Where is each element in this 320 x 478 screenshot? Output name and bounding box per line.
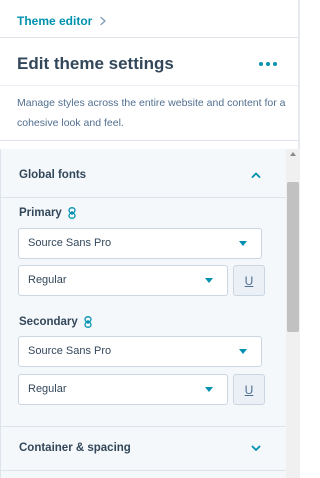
- page-title: Edit theme settings: [17, 54, 174, 73]
- primary-font-family-select[interactable]: Source Sans Pro: [18, 228, 262, 259]
- select-value: Source Sans Pro: [28, 237, 112, 249]
- section-header-global-fonts[interactable]: Global fonts: [0, 153, 286, 197]
- window-edge: [298, 0, 300, 149]
- caret-down-icon: [239, 241, 247, 246]
- underline-icon: U: [244, 273, 254, 288]
- more-options-icon: [259, 62, 263, 66]
- section-title: Container & spacing: [19, 442, 131, 454]
- select-value: Source Sans Pro: [28, 345, 112, 357]
- settings-panel: Global fonts Primary Source Sans Pro Reg…: [0, 149, 286, 478]
- divider: [0, 37, 300, 38]
- caret-down-icon: [205, 278, 213, 283]
- font-label-text: Primary: [19, 207, 62, 219]
- page-description: Manage styles across the entire website …: [17, 97, 286, 129]
- font-label-text: Secondary: [19, 316, 78, 328]
- section-header-container-spacing[interactable]: Container & spacing: [0, 426, 286, 470]
- header: Theme editor Edit theme settings Manage …: [0, 0, 300, 141]
- divider: [0, 470, 286, 471]
- primary-font-label: Primary: [19, 207, 77, 219]
- chevron-down-icon: [251, 445, 261, 451]
- caret-down-icon: [239, 349, 247, 354]
- secondary-font-family-select[interactable]: Source Sans Pro: [18, 336, 262, 367]
- chevron-right-icon: [100, 16, 107, 26]
- primary-underline-button[interactable]: U: [233, 265, 265, 296]
- secondary-font-label: Secondary: [19, 316, 93, 328]
- link-icon[interactable]: [83, 316, 93, 328]
- chevron-up-icon: [251, 172, 261, 178]
- breadcrumb: Theme editor: [17, 14, 108, 28]
- section-title: Global fonts: [19, 169, 87, 181]
- divider: [0, 197, 286, 198]
- caret-down-icon: [205, 387, 213, 392]
- link-icon[interactable]: [67, 207, 77, 219]
- select-value: Regular: [28, 383, 67, 395]
- divider: [0, 85, 300, 86]
- breadcrumb-link-theme-editor[interactable]: Theme editor: [17, 14, 92, 28]
- scroll-up-arrow-icon[interactable]: [290, 152, 296, 156]
- secondary-font-weight-select[interactable]: Regular: [18, 374, 228, 405]
- more-options-button[interactable]: [254, 54, 282, 74]
- underline-icon: U: [244, 382, 254, 397]
- panel-border: [0, 149, 1, 478]
- scrollbar-thumb[interactable]: [287, 182, 299, 332]
- secondary-underline-button[interactable]: U: [233, 374, 265, 405]
- primary-font-weight-select[interactable]: Regular: [18, 265, 228, 296]
- select-value: Regular: [28, 274, 67, 286]
